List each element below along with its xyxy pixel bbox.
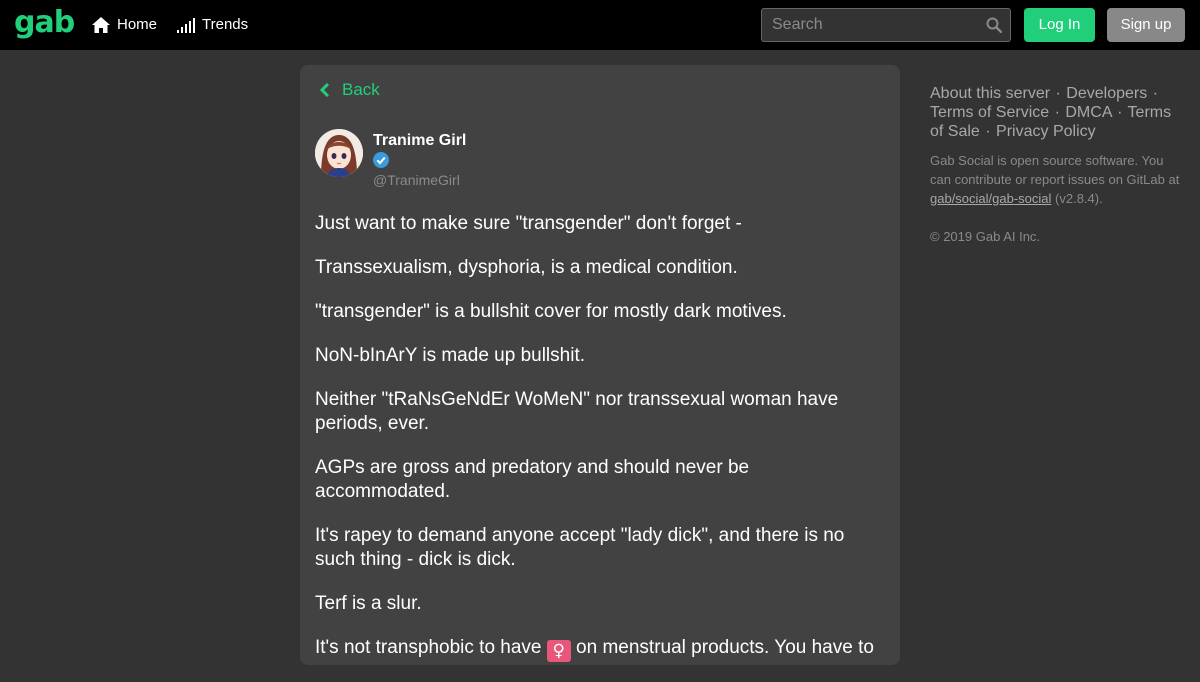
separator-dot: · xyxy=(985,123,991,140)
signup-button[interactable]: Sign up xyxy=(1107,8,1185,42)
post-paragraph: NoN-bInArY is made up bullshit. xyxy=(315,345,585,366)
search-input[interactable] xyxy=(762,9,977,41)
info-text: Gab Social is open source software. You … xyxy=(930,153,1180,187)
top-nav-bar: gab Home Trends Log In Sign up xyxy=(0,0,1200,50)
dmca-link[interactable]: DMCA xyxy=(1065,104,1111,121)
back-label: Back xyxy=(342,80,380,99)
nav-home-label: Home xyxy=(117,16,158,33)
post-paragraph: Terf is a slur. xyxy=(315,593,422,614)
search-icon[interactable] xyxy=(986,17,1002,33)
gitlab-repo-link[interactable]: gab/social/gab-social xyxy=(930,191,1051,206)
avatar[interactable] xyxy=(315,129,363,177)
nav-trends-link[interactable]: Trends xyxy=(177,14,248,36)
post-card: Back Tranime Girl @TranimeGirl Just want… xyxy=(300,65,900,665)
back-link[interactable]: Back xyxy=(320,79,380,101)
separator-dot: · xyxy=(1055,85,1061,102)
separator-dot: · xyxy=(1152,85,1159,102)
post-paragraph: Transsexualism, dysphoria, is a medical … xyxy=(315,257,738,278)
post-content: Just want to make sure "transgender" don… xyxy=(315,212,887,682)
post-paragraph: AGPs are gross and predatory and should … xyxy=(315,457,750,502)
separator-dot: · xyxy=(1054,104,1060,121)
post-paragraph: It's rapey to demand anyone accept "lady… xyxy=(315,525,845,570)
nav-home-link[interactable]: Home xyxy=(92,14,157,36)
post-paragraph: Neither "tRaNsGeNdEr WoMeN" nor transsex… xyxy=(315,389,839,434)
post-text-fragment: It's not transphobic to have xyxy=(315,637,547,658)
about-server-link[interactable]: About this server xyxy=(930,85,1050,102)
avatar-image xyxy=(315,129,363,177)
post-paragraph-last: It's not transphobic to have ♀ on menstr… xyxy=(315,636,887,662)
version-text: (v2.8.4). xyxy=(1051,191,1103,206)
verified-badge-icon xyxy=(373,152,389,168)
right-sidebar: About this server · Developers · Terms o… xyxy=(930,84,1180,246)
gab-logo[interactable]: gab xyxy=(14,6,75,40)
privacy-policy-link[interactable]: Privacy Policy xyxy=(996,123,1096,140)
search-box xyxy=(761,8,1011,42)
login-button[interactable]: Log In xyxy=(1024,8,1095,42)
home-icon xyxy=(92,17,110,33)
author-display-name[interactable]: Tranime Girl xyxy=(373,131,466,151)
copyright-text: © 2019 Gab AI Inc. xyxy=(930,229,1041,244)
developers-link[interactable]: Developers xyxy=(1066,85,1147,102)
post-text-fragment: on menstrual products. You have to xyxy=(570,637,874,658)
terms-of-service-link[interactable]: Terms of Service xyxy=(930,104,1049,121)
nav-trends-label: Trends xyxy=(202,16,249,33)
post-paragraph: Just want to make sure "transgender" don… xyxy=(315,213,742,234)
open-source-info: Gab Social is open source software. You … xyxy=(930,151,1180,208)
signal-bars-icon xyxy=(177,18,195,33)
chevron-left-icon xyxy=(320,83,330,97)
separator-dot: · xyxy=(1117,104,1123,121)
post-paragraph: "transgender" is a bullshit cover for mo… xyxy=(315,301,787,322)
footer-links: About this server · Developers · Terms o… xyxy=(930,84,1180,141)
female-sign-emoji-icon: ♀ xyxy=(546,640,571,662)
author-handle[interactable]: @TranimeGirl xyxy=(373,170,460,190)
